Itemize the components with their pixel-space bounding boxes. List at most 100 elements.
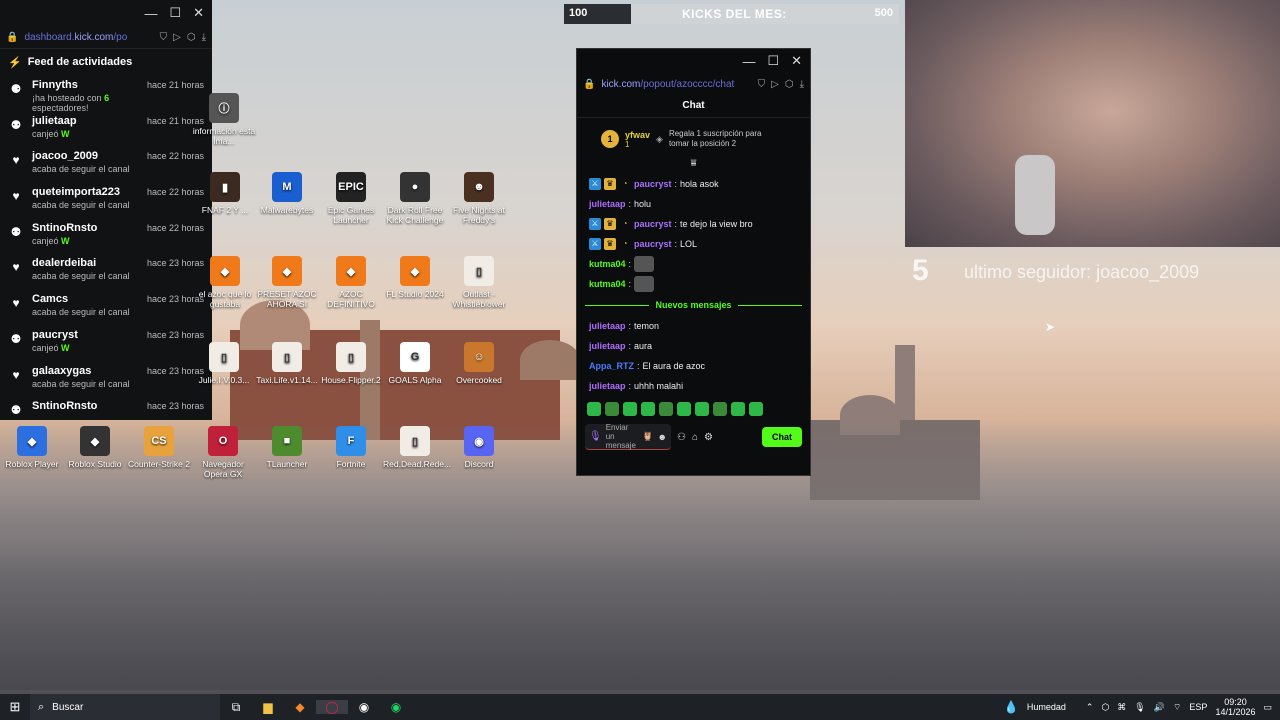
- language-indicator[interactable]: ESP: [1189, 702, 1207, 712]
- desktop-icon[interactable]: M Malwarebytes: [255, 172, 319, 215]
- feed-item-name[interactable]: SntinoRnsto: [32, 400, 139, 412]
- desktop-icon[interactable]: ◆ Roblox Studio: [63, 426, 127, 469]
- chat-username[interactable]: julietaap: [589, 381, 626, 391]
- emote-shortcut-icon[interactable]: [677, 402, 691, 416]
- feed-item-name[interactable]: galaaxygas: [32, 365, 139, 377]
- spotify-taskbar-icon[interactable]: ◉: [380, 700, 412, 714]
- feed-item-name[interactable]: dealerdeibai: [32, 257, 139, 269]
- emote-shortcut-icon[interactable]: [731, 402, 745, 416]
- download-icon[interactable]: ⤓: [800, 79, 804, 90]
- desktop-icon[interactable]: ● Dark Roll Free Kick Challenge: [383, 172, 447, 225]
- settings-icon[interactable]: ⚙: [704, 432, 713, 443]
- microphone-icon[interactable]: 🎙: [1134, 702, 1145, 713]
- desktop-icon[interactable]: ☻ Five Nights at Freddy's: [447, 172, 511, 225]
- chat-username[interactable]: kutma04: [589, 259, 626, 269]
- fl-studio-taskbar-icon[interactable]: ◆: [284, 700, 316, 714]
- weather-text[interactable]: Humedad: [1027, 702, 1066, 712]
- emoji-icon[interactable]: ☻: [658, 432, 667, 442]
- notifications-icon[interactable]: ▭: [1263, 702, 1272, 713]
- chat-username[interactable]: julietaap: [589, 341, 626, 351]
- chat-username[interactable]: julietaap: [589, 199, 626, 209]
- opera-gx-taskbar-icon[interactable]: ◯: [316, 700, 348, 714]
- feed-item[interactable]: ⚈ Finnyths ¡ha hosteado con 6 espectadores…: [0, 75, 212, 113]
- desktop-icon[interactable]: ■ TLauncher: [255, 426, 319, 469]
- feed-item[interactable]: ♥ joacoo_2009 acaba de seguir el canal hace…: [0, 146, 212, 182]
- network-icon[interactable]: ⌘: [1117, 702, 1126, 713]
- weather-icon[interactable]: 💧: [1004, 700, 1019, 714]
- feed-item-name[interactable]: queteimporta223: [32, 186, 139, 198]
- task-view-icon[interactable]: ⧉: [220, 700, 252, 715]
- desktop-icon[interactable]: EPIC Epic Games Launcher: [319, 172, 383, 225]
- chat-username[interactable]: paucryst: [634, 239, 672, 249]
- chat-username[interactable]: kutma04: [589, 279, 626, 289]
- kick-emote-icon[interactable]: 🦉: [642, 431, 653, 442]
- feed-item-name[interactable]: julietaap: [32, 115, 139, 127]
- feed-url[interactable]: dashboard.kick.com/po: [24, 32, 153, 43]
- desktop-icon[interactable]: ▯ Red.Dead.Rede...: [383, 426, 451, 469]
- chat-url[interactable]: kick.com/popout/azocccc/chat: [601, 79, 751, 90]
- maximize-button[interactable]: ☐: [767, 53, 779, 69]
- taskbar-search[interactable]: ⌕ Buscar: [30, 694, 220, 720]
- maximize-button[interactable]: ☐: [169, 5, 181, 21]
- emote-shortcut-icon[interactable]: [587, 402, 601, 416]
- desktop-icon[interactable]: ☺ Overcooked: [447, 342, 511, 385]
- chat-username[interactable]: julietaap: [589, 321, 626, 331]
- emote-shortcut-icon[interactable]: [659, 402, 673, 416]
- clock[interactable]: 09:20 14/1/2026: [1215, 697, 1255, 717]
- chat-input[interactable]: 🎙 Enviar un mensaje 🦉 ☻: [585, 423, 671, 450]
- emote-shortcut-icon[interactable]: [623, 402, 637, 416]
- feed-item-name[interactable]: SntinoRnsto: [32, 222, 139, 234]
- chat-username[interactable]: paucryst: [634, 219, 672, 229]
- feed-item[interactable]: ⚉ paucryst canjeó W hace 23 horas: [0, 325, 212, 361]
- extension-icon[interactable]: ⬡: [785, 79, 794, 90]
- feed-item[interactable]: ♥ queteimporta223 acaba de seguir el canal…: [0, 182, 212, 218]
- feed-address-bar[interactable]: 🔒 dashboard.kick.com/po ⛉ ▷ ⬡ ⤓: [0, 26, 212, 49]
- windows-start-icon[interactable]: ⊞: [0, 699, 30, 715]
- feed-item-name[interactable]: paucryst: [32, 329, 139, 341]
- minimize-button[interactable]: —: [144, 6, 157, 21]
- gifter-name[interactable]: yfwav: [625, 130, 650, 140]
- desktop-icon[interactable]: CS Counter-Strike 2: [127, 426, 191, 469]
- volume-icon[interactable]: 🔊: [1154, 702, 1165, 713]
- download-icon[interactable]: ⤓: [202, 32, 206, 43]
- desktop-icon[interactable]: ◆ Roblox Player: [0, 426, 64, 469]
- desktop-icon[interactable]: ◆ el azoc que lo gustaba: [193, 256, 257, 309]
- shield-icon[interactable]: ⛉: [160, 32, 168, 43]
- shield-icon[interactable]: ⛉: [758, 79, 766, 90]
- desktop-icon[interactable]: ▯ House.Flipper.2: [319, 342, 383, 385]
- extension-icon[interactable]: ⬡: [187, 32, 196, 43]
- file-explorer-icon[interactable]: ▆: [252, 700, 284, 714]
- feed-item[interactable]: ⚉ julietaap canjeó Whace 21 horas: [0, 111, 212, 147]
- feed-item[interactable]: ♥ galaaxygas acaba de seguir el canal hace …: [0, 361, 212, 397]
- feed-item-name[interactable]: Finnyths: [32, 79, 139, 91]
- play-icon[interactable]: ▷: [771, 79, 779, 90]
- emote-shortcut-icon[interactable]: [641, 402, 655, 416]
- desktop-icon[interactable]: O Navegador Opera GX: [191, 426, 255, 479]
- feed-item-name[interactable]: joacoo_2009: [32, 150, 139, 162]
- emote-shortcut-icon[interactable]: [695, 402, 709, 416]
- chat-address-bar[interactable]: 🔒 kick.com/popout/azocccc/chat ⛉ ▷ ⬡ ⤓: [577, 73, 810, 95]
- emote-shortcut-icon[interactable]: [605, 402, 619, 416]
- desktop-icon[interactable]: ◆ PRESET AZOC AHORA SI: [255, 256, 319, 309]
- desktop-icon[interactable]: ▯ Taxi.Life.v1.14...: [255, 342, 319, 385]
- wifi-icon[interactable]: ⌔: [1173, 702, 1181, 713]
- feed-item[interactable]: ⚉ SntinoRnsto canjeó W hace 22 horas: [0, 218, 212, 254]
- feed-item-name[interactable]: Camcs: [32, 293, 139, 305]
- chat-username[interactable]: Appa_RTZ: [589, 361, 634, 371]
- desktop-icon[interactable]: ⓘ información esta ima...: [192, 93, 256, 146]
- desktop-icon[interactable]: ◉ Discord: [447, 426, 511, 469]
- desktop-icon[interactable]: ◆ FL Studio 2024: [383, 256, 447, 299]
- collapse-icon[interactable]: ⩸: [577, 159, 810, 170]
- feed-item[interactable]: ♥ Camcs acaba de seguir el canal hace 23 ho…: [0, 289, 212, 325]
- users-icon[interactable]: ⚇: [677, 432, 686, 443]
- mic-icon[interactable]: 🎙: [589, 431, 602, 442]
- send-chat-button[interactable]: Chat: [762, 427, 802, 447]
- close-button[interactable]: ✕: [791, 53, 802, 69]
- feed-item[interactable]: ♥ dealerdeibai acaba de seguir el canal hac…: [0, 253, 212, 289]
- obs-taskbar-icon[interactable]: ◉: [348, 700, 380, 714]
- tray-app-icon[interactable]: ⬡: [1101, 702, 1109, 713]
- desktop-icon[interactable]: ▯ Julie.I.V.0.3...: [192, 342, 256, 385]
- store-icon[interactable]: ⌂: [692, 432, 698, 443]
- desktop-icon[interactable]: ◆ AZOC DEFINITIVO: [319, 256, 383, 309]
- play-icon[interactable]: ▷: [173, 32, 181, 43]
